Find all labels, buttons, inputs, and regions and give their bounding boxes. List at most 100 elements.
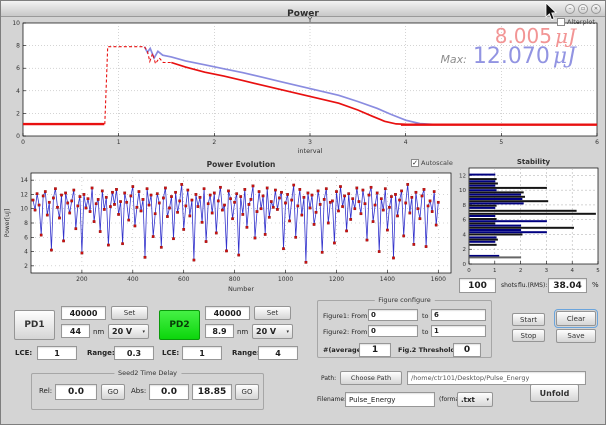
pd2-lce-label: LCE: (162, 349, 179, 357)
close-icon[interactable] (591, 4, 601, 14)
pd2-wavelength-unit: nm (237, 328, 248, 336)
svg-text:4: 4 (404, 139, 408, 146)
app-window: Power 01234560246810Yinterval Alterplot … (0, 0, 606, 425)
chevron-down-icon: ▾ (486, 397, 489, 403)
svg-text:200: 200 (76, 276, 88, 283)
svg-text:10: 10 (459, 188, 466, 194)
stop-button[interactable]: Stop (512, 329, 545, 342)
filename-label: Filename: (317, 396, 346, 403)
abs-position-field[interactable] (192, 384, 232, 400)
svg-text:4: 4 (463, 232, 467, 238)
autoscale-checkbox[interactable] (411, 159, 419, 167)
svg-text:2: 2 (463, 247, 467, 253)
abs-go-button[interactable]: GO (235, 384, 259, 400)
max-energy-readout: Max: 12.070 μJ (440, 44, 576, 69)
svg-text:2: 2 (519, 268, 523, 274)
rel-go-button[interactable]: GO (101, 384, 125, 400)
chevron-down-icon: ▾ (286, 329, 289, 335)
rms-label: flu.(RMS): (518, 282, 547, 289)
svg-text:10: 10 (12, 20, 20, 27)
minimize-icon[interactable] (565, 4, 575, 14)
pd1-button[interactable]: PD1 (14, 310, 55, 340)
maximize-icon[interactable] (578, 4, 588, 14)
pd2-set-button[interactable]: Set (254, 306, 291, 320)
max-energy-unit: μJ (553, 44, 576, 69)
svg-text:Power Evolution: Power Evolution (207, 160, 276, 169)
figure-configure-title: Figure configure (374, 296, 434, 304)
svg-text:10: 10 (20, 206, 28, 213)
pd2-voltage-select[interactable]: 20 V ▾ (252, 324, 293, 339)
svg-text:interval: interval (298, 147, 323, 155)
autoscale-label: Autoscale (421, 159, 453, 167)
svg-text:1: 1 (493, 268, 497, 274)
svg-text:0: 0 (467, 268, 471, 274)
rel-field[interactable] (55, 384, 97, 400)
svg-text:5: 5 (499, 139, 503, 146)
pd2-range-label: Range: (232, 349, 260, 357)
pd1-range-label: Range: (87, 349, 115, 357)
filename-field[interactable] (345, 392, 435, 407)
svg-text:800: 800 (229, 276, 241, 283)
svg-text:6: 6 (463, 218, 467, 224)
abs-field[interactable] (149, 384, 189, 400)
abs-label: Abs: (131, 387, 146, 395)
svg-text:400: 400 (127, 276, 139, 283)
start-button[interactable]: Start (512, 313, 545, 326)
max-energy-value: 12.070 (473, 44, 550, 69)
figure1-from-field[interactable] (368, 309, 418, 321)
pd2-gain-field[interactable] (205, 306, 250, 320)
format-value: .txt (461, 396, 475, 404)
svg-text:3: 3 (308, 139, 312, 146)
pd2-wavelength-field[interactable] (205, 324, 234, 338)
svg-text:2: 2 (16, 110, 20, 117)
pd1-wavelength-unit: nm (93, 328, 104, 336)
svg-text:Stability: Stability (517, 158, 551, 166)
pd1-voltage-select[interactable]: 20 V ▾ (108, 324, 149, 339)
choose-path-button[interactable]: Choose Path (340, 371, 402, 385)
shots-label: shots (501, 282, 517, 289)
pd1-range-field[interactable] (114, 346, 154, 360)
average-field[interactable] (359, 343, 391, 357)
figure1-to-field[interactable] (431, 309, 486, 321)
svg-text:12: 12 (20, 191, 28, 198)
chevron-down-icon: ▾ (142, 329, 145, 335)
svg-text:0: 0 (463, 262, 467, 268)
figure2-from-field[interactable] (368, 325, 418, 337)
svg-text:0: 0 (21, 139, 25, 146)
shots-field[interactable] (459, 278, 496, 293)
threshold-field[interactable] (453, 343, 481, 357)
stability-plot: 012345024681012Stability (456, 156, 606, 280)
svg-text:3: 3 (545, 268, 549, 274)
pd1-wavelength-field[interactable] (61, 324, 90, 338)
figure2-to-field[interactable] (431, 325, 486, 337)
svg-text:6: 6 (16, 65, 20, 72)
pd1-lce-field[interactable] (37, 346, 77, 360)
path-field[interactable] (407, 371, 586, 385)
format-select[interactable]: .txt ▾ (457, 392, 493, 407)
seed2-title: Seed2 Time Delay (114, 369, 181, 377)
save-button[interactable]: Save (556, 329, 596, 343)
svg-text:2: 2 (24, 263, 28, 270)
pd1-set-button[interactable]: Set (111, 306, 148, 320)
clear-button[interactable]: Clear (556, 311, 596, 326)
svg-text:5: 5 (596, 268, 600, 274)
svg-text:Y: Y (307, 17, 313, 24)
svg-text:8: 8 (16, 43, 20, 50)
pd1-lce-label: LCE: (15, 349, 32, 357)
figure2-to-label: to (422, 328, 429, 336)
pd1-gain-field[interactable] (61, 306, 106, 320)
unfold-button[interactable]: Unfold (530, 384, 579, 402)
svg-text:12: 12 (459, 173, 466, 179)
figure2-label: Figure2: From (323, 328, 367, 336)
autoscale-checkbox-row: Autoscale (411, 159, 453, 167)
path-label: Path: (321, 375, 336, 382)
svg-text:1600: 1600 (431, 276, 446, 283)
rms-field[interactable] (548, 278, 587, 293)
pd2-range-field[interactable] (258, 346, 298, 360)
rms-unit-label: % (592, 281, 599, 289)
svg-text:0: 0 (16, 133, 20, 140)
pd2-button[interactable]: PD2 (159, 310, 200, 340)
svg-text:1000: 1000 (278, 276, 293, 283)
pd2-lce-field[interactable] (182, 346, 222, 360)
figure-configure-panel: Figure configure Figure1: From to Figure… (317, 300, 492, 358)
